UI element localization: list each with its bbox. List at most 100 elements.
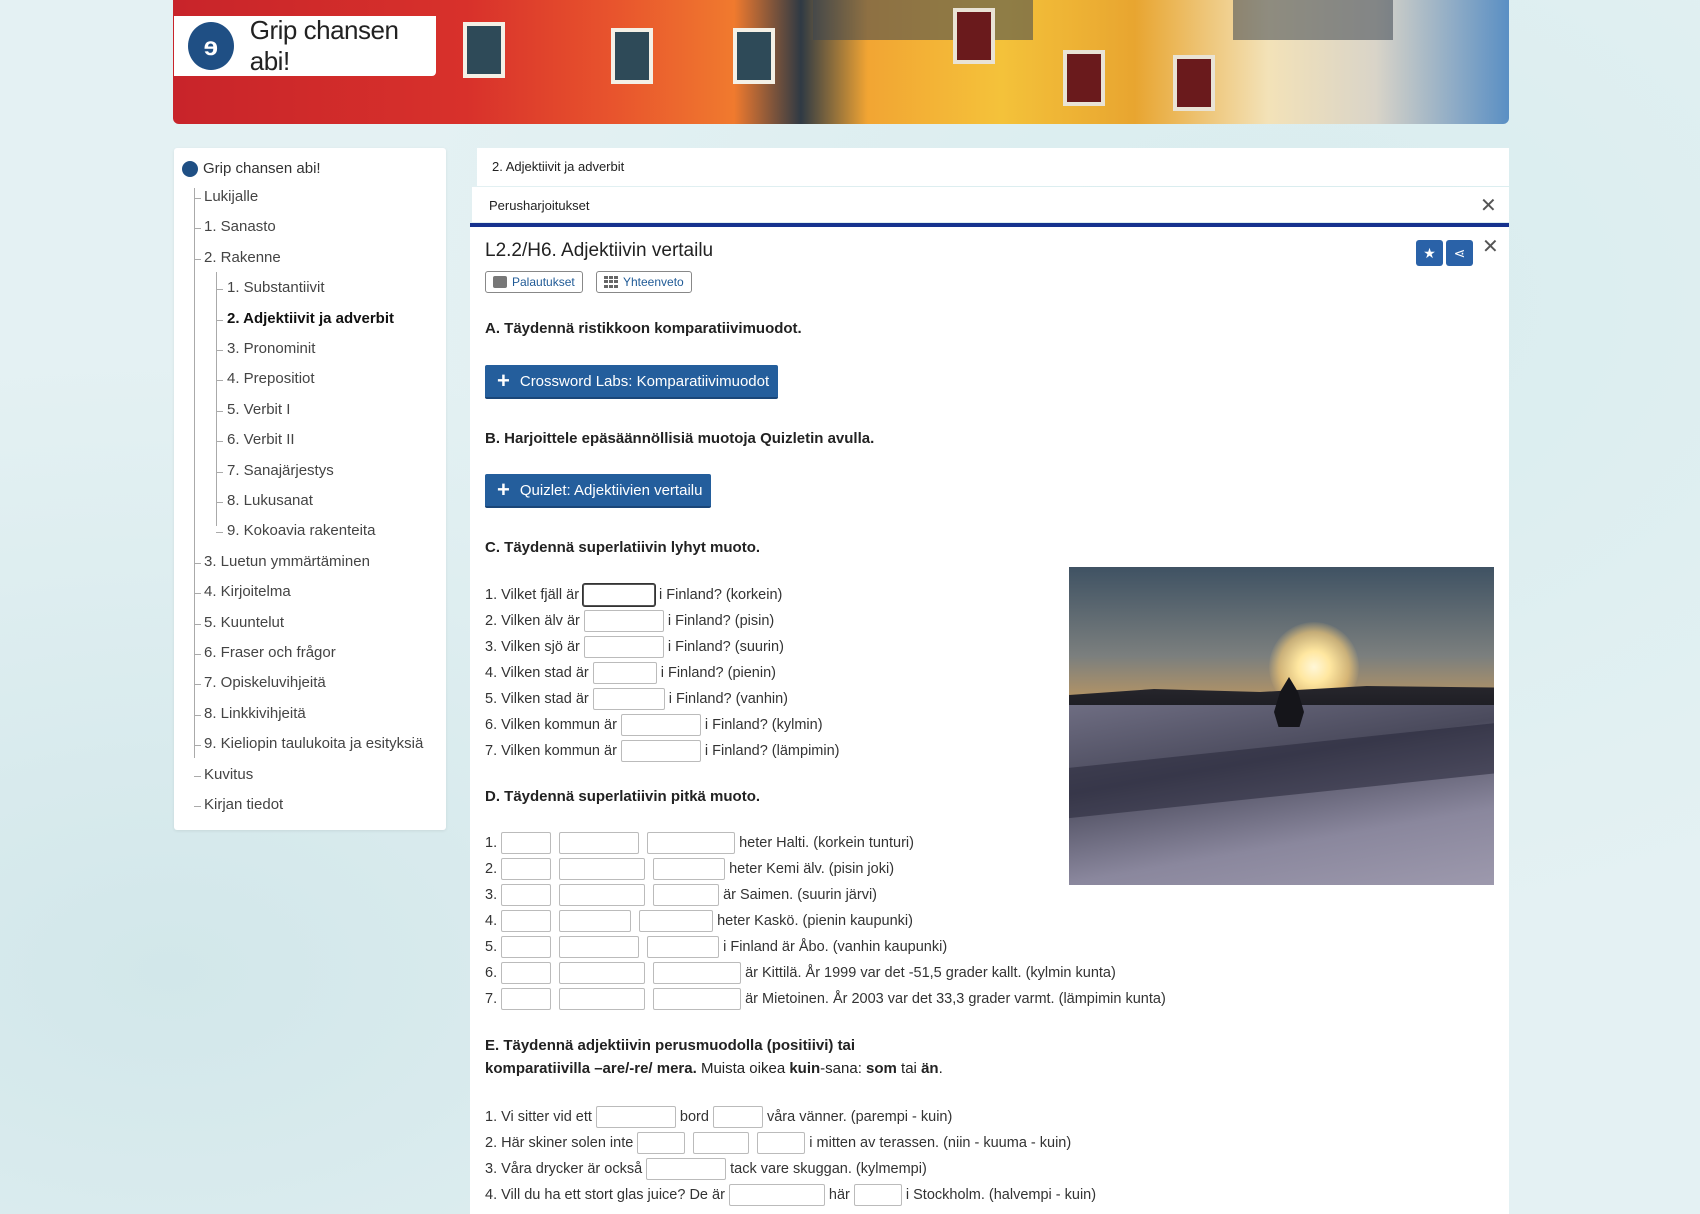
sidebar-item[interactable]: Kirjan tiedot (204, 796, 283, 813)
sidebar-item[interactable]: 3. Luetun ymmärtäminen (204, 553, 370, 570)
line-text: tack vare skuggan. (kylmempi) (730, 1161, 927, 1177)
section-e-an: än (921, 1060, 939, 1077)
subpanel-close-icon[interactable]: ✕ (1480, 196, 1497, 216)
answer-input[interactable] (693, 1132, 750, 1154)
answer-input[interactable] (559, 884, 646, 906)
banner-roof (1233, 0, 1393, 40)
answer-input[interactable] (620, 740, 701, 762)
line-text: 2. Här skiner solen inte (485, 1135, 634, 1151)
answer-input[interactable] (592, 688, 665, 710)
answer-input[interactable] (653, 988, 742, 1010)
answer-input[interactable] (653, 962, 742, 984)
line-text: bord (679, 1109, 709, 1125)
answer-input[interactable] (501, 910, 552, 932)
sidebar-item[interactable]: 5. Verbit I (227, 401, 290, 418)
sidebar-nav: Grip chansen abi! Lukijalle 1. Sanasto 2. … (174, 148, 446, 830)
answer-input[interactable] (853, 1184, 902, 1206)
sidebar-item[interactable]: 4. Kirjoitelma (204, 583, 291, 600)
answer-input[interactable] (647, 832, 736, 854)
answer-input[interactable] (583, 584, 656, 606)
line-text: i Finland? (lämpimin) (704, 743, 840, 759)
sidebar-item[interactable]: 8. Linkkivihjeitä (204, 705, 306, 722)
sidebar-item[interactable]: 5. Kuuntelut (204, 614, 284, 631)
subpanel-title: Perusharjoitukset (489, 198, 590, 213)
share-icon[interactable]: ⋖ (1446, 240, 1473, 266)
answer-input[interactable] (728, 1184, 825, 1206)
tree-tick (194, 745, 201, 747)
sidebar-item[interactable]: 3. Pronominit (227, 340, 315, 357)
answer-input[interactable] (757, 1132, 806, 1154)
crossword-button[interactable]: + Crossword Labs: Komparatiivimuodot (485, 365, 779, 399)
line-text: 4. Vilken stad är (485, 665, 589, 681)
answer-input[interactable] (501, 962, 552, 984)
tree-tick (194, 714, 201, 716)
answer-input[interactable] (583, 636, 664, 658)
answer-input[interactable] (647, 936, 720, 958)
summary-button[interactable]: Yhteenveto (596, 271, 692, 293)
answer-input[interactable] (559, 832, 640, 854)
sidebar-item[interactable]: Kuvitus (204, 766, 253, 783)
line-number: 3. (485, 887, 498, 903)
tree-tick (216, 319, 223, 321)
answer-input[interactable] (559, 910, 632, 932)
answer-input[interactable] (501, 884, 552, 906)
answer-input[interactable] (637, 1132, 686, 1154)
returns-button[interactable]: Palautukset (485, 271, 583, 293)
line-text: är Mietoinen. År 2003 var det 33,3 grade… (745, 991, 1166, 1007)
breadcrumb-item[interactable]: 2. Adjektiivit ja adverbit (492, 159, 624, 174)
answer-input[interactable] (592, 662, 657, 684)
answer-input[interactable] (583, 610, 664, 632)
tree-tick (216, 502, 223, 503)
inbox-icon (493, 276, 507, 288)
bookmark-star-icon[interactable]: ★ (1416, 240, 1443, 266)
line-number: 7. (485, 991, 498, 1007)
banner-window (463, 22, 505, 78)
answer-input[interactable] (646, 1158, 727, 1180)
sidebar-item[interactable]: 2. Rakenne (204, 249, 281, 266)
sidebar-item[interactable]: 6. Fraser och frågor (204, 644, 336, 661)
sidebar-item[interactable]: 9. Kieliopin taulukoita ja esityksiä (204, 735, 423, 752)
sidebar-item[interactable]: 6. Verbit II (227, 431, 295, 448)
exercise-c-line: 4. Vilken stad är i Finland? (pienin) (485, 662, 776, 684)
sidebar-item[interactable]: 1. Sanasto (204, 218, 276, 235)
line-text: här (828, 1187, 850, 1203)
sidebar-item[interactable]: 1. Substantiivit (227, 279, 325, 296)
answer-input[interactable] (501, 832, 552, 854)
panel-close-icon[interactable]: ✕ (1482, 237, 1499, 257)
sidebar-item[interactable]: 9. Kokoavia rakenteita (227, 522, 375, 539)
answer-input[interactable] (639, 910, 714, 932)
answer-input[interactable] (595, 1106, 676, 1128)
answer-input[interactable] (559, 988, 646, 1010)
section-e-heading-2: komparatiivilla –are/-re/ mera. Muista o… (485, 1060, 943, 1077)
sidebar-item[interactable]: 2. Adjektiivit ja adverbit (227, 310, 394, 327)
sidebar-item[interactable]: 4. Prepositiot (227, 370, 315, 387)
line-text: i mitten av terassen. (niin - kuuma - ku… (809, 1135, 1072, 1151)
quizlet-button[interactable]: + Quizlet: Adjektiivien vertailu (485, 474, 712, 508)
sidebar-item[interactable]: Lukijalle (204, 188, 258, 205)
answer-input[interactable] (653, 858, 726, 880)
sidebar-item[interactable]: 8. Lukusanat (227, 492, 313, 509)
quizlet-button-label: Quizlet: Adjektiivien vertailu (519, 481, 703, 499)
answer-input[interactable] (620, 714, 701, 736)
tree-tick (194, 654, 201, 655)
exercise-e-line: 3. Våra drycker är också tack vare skugga… (485, 1158, 927, 1180)
line-text: 4. Vill du ha ett stort glas juice? De ä… (485, 1187, 725, 1203)
answer-input[interactable] (559, 936, 640, 958)
exercise-c-line: 7. Vilken kommun är i Finland? (lämpimin) (485, 740, 839, 762)
sidebar-root-link[interactable]: Grip chansen abi! (182, 160, 321, 177)
site-logo[interactable]: ɘ Grip chansen abi! (174, 15, 436, 76)
answer-input[interactable] (501, 936, 552, 958)
sidebar-item[interactable]: 7. Sanajärjestys (227, 462, 334, 479)
answer-input[interactable] (559, 858, 646, 880)
tree-tick (194, 806, 201, 807)
answer-input[interactable] (559, 962, 646, 984)
sidebar-item[interactable]: 7. Opiskeluvihjeitä (204, 674, 326, 691)
line-text: är Kittilä. År 1999 var det -51,5 grader… (745, 965, 1116, 981)
answer-input[interactable] (501, 858, 552, 880)
answer-input[interactable] (712, 1106, 763, 1128)
answer-input[interactable] (501, 988, 552, 1010)
line-text: i Finland? (vanhin) (668, 691, 789, 707)
tree-tick (194, 623, 201, 625)
answer-input[interactable] (653, 884, 720, 906)
exercise-c-line: 3. Vilken sjö är i Finland? (suurin) (485, 636, 784, 658)
